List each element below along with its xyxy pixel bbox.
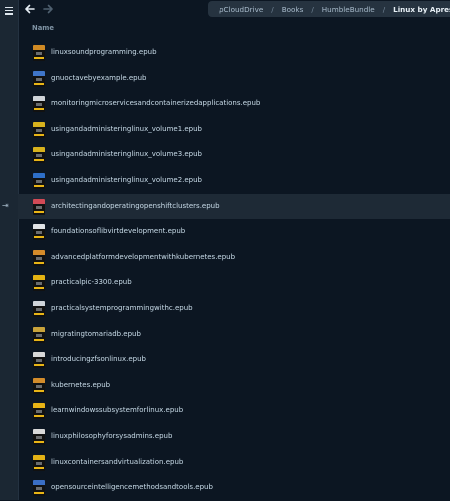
book-cover-icon — [33, 70, 45, 87]
toolbar: pCloudDrive / Books / HumbleBundle / Lin… — [18, 0, 450, 20]
file-name: migratingtomariadb.epub — [51, 329, 141, 338]
book-cover-icon — [33, 480, 45, 497]
file-row[interactable]: opensourceintelligencemethodsandtools.ep… — [18, 475, 450, 501]
left-sidebar: ⇥ — [0, 0, 19, 500]
book-cover-icon — [33, 275, 45, 292]
file-row[interactable]: monitoringmicroservicesandcontainerizeda… — [18, 91, 450, 117]
file-name: usingandadministeringlinux_volume3.epub — [51, 150, 203, 159]
breadcrumb-current-folder[interactable]: Linux by Apress — [393, 5, 450, 14]
file-name: linuxphilosophyforsysadmins.epub — [51, 431, 173, 440]
breadcrumb-humblebundle[interactable]: HumbleBundle — [322, 5, 375, 14]
book-cover-icon — [33, 224, 45, 241]
file-row[interactable]: practicalsystemprogrammingwithc.epub — [18, 296, 450, 322]
breadcrumb-books[interactable]: Books — [282, 5, 304, 14]
file-name: gnuoctavebyexample.epub — [51, 73, 147, 82]
breadcrumb-separator: / — [271, 4, 274, 14]
file-name: usingandadministeringlinux_volume2.epub — [51, 175, 203, 184]
file-list: linuxsoundprogramming.epub gnuoctavebyexa… — [18, 40, 450, 501]
book-cover-icon — [33, 147, 45, 164]
file-name: practicalsystemprogrammingwithc.epub — [51, 303, 193, 312]
book-cover-icon — [33, 300, 45, 317]
breadcrumb: pCloudDrive / Books / HumbleBundle / Lin… — [208, 1, 450, 17]
file-name: advancedplatformdevelopmentwithkubernete… — [51, 252, 236, 261]
file-row[interactable]: architectingandoperatingopenshiftcluster… — [18, 193, 450, 220]
file-row[interactable]: linuxphilosophyforsysadmins.epub — [18, 424, 450, 450]
file-row[interactable]: learnwindowssubsystemforlinux.epub — [18, 398, 450, 424]
file-name: introducingzfsonlinux.epub — [51, 355, 146, 364]
book-cover-icon — [33, 454, 45, 471]
forward-arrow-icon[interactable] — [42, 3, 54, 15]
back-arrow-icon[interactable] — [24, 3, 36, 15]
book-cover-icon — [33, 428, 45, 445]
file-row[interactable]: migratingtomariadb.epub — [18, 322, 450, 348]
hamburger-menu-icon[interactable] — [4, 5, 14, 15]
file-name: practicalpic-3300.epub — [51, 278, 132, 287]
file-name: usingandadministeringlinux_volume1.epub — [51, 124, 203, 133]
file-row[interactable]: linuxsoundprogramming.epub — [18, 40, 450, 66]
book-cover-icon — [33, 198, 45, 215]
file-row[interactable]: practicalpic-3300.epub — [18, 270, 450, 296]
file-name: kubernetes.epub — [51, 380, 111, 389]
file-row[interactable]: introducingzfsonlinux.epub — [18, 347, 450, 373]
file-row[interactable]: usingandadministeringlinux_volume1.epub — [18, 117, 450, 143]
breadcrumb-pclouddrive[interactable]: pCloudDrive — [219, 5, 263, 14]
file-row[interactable]: linuxcontainersandvirtualization.epub — [18, 450, 450, 476]
book-cover-icon — [33, 403, 45, 420]
book-cover-icon — [33, 172, 45, 189]
file-name: architectingandoperatingopenshiftcluster… — [51, 201, 220, 210]
file-name: monitoringmicroservicesandcontainerizeda… — [51, 99, 261, 108]
name-column-header[interactable]: Name — [32, 24, 54, 32]
file-row[interactable]: usingandadministeringlinux_volume2.epub — [18, 168, 450, 194]
file-name: learnwindowssubsystemforlinux.epub — [51, 406, 184, 415]
file-row[interactable]: kubernetes.epub — [18, 373, 450, 399]
book-cover-icon — [33, 249, 45, 266]
file-row[interactable]: usingandadministeringlinux_volume3.epub — [18, 142, 450, 168]
book-cover-icon — [33, 377, 45, 394]
file-name: foundationsoflibvirtdevelopment.epub — [51, 227, 186, 236]
file-row[interactable]: gnuoctavebyexample.epub — [18, 66, 450, 92]
book-cover-icon — [33, 352, 45, 369]
file-name: linuxcontainersandvirtualization.epub — [51, 457, 184, 466]
breadcrumb-separator: / — [311, 4, 314, 14]
book-cover-icon — [33, 326, 45, 343]
file-row[interactable]: foundationsoflibvirtdevelopment.epub — [18, 219, 450, 245]
book-cover-icon — [33, 121, 45, 138]
file-row[interactable]: advancedplatformdevelopmentwithkubernete… — [18, 245, 450, 271]
breadcrumb-separator: / — [382, 4, 386, 14]
sidebar-toggle-icon[interactable]: ⇥ — [2, 201, 9, 210]
file-name: opensourceintelligencemethodsandtools.ep… — [51, 483, 213, 492]
book-cover-icon — [33, 96, 45, 113]
book-cover-icon — [33, 45, 45, 61]
file-name: linuxsoundprogramming.epub — [51, 48, 157, 56]
